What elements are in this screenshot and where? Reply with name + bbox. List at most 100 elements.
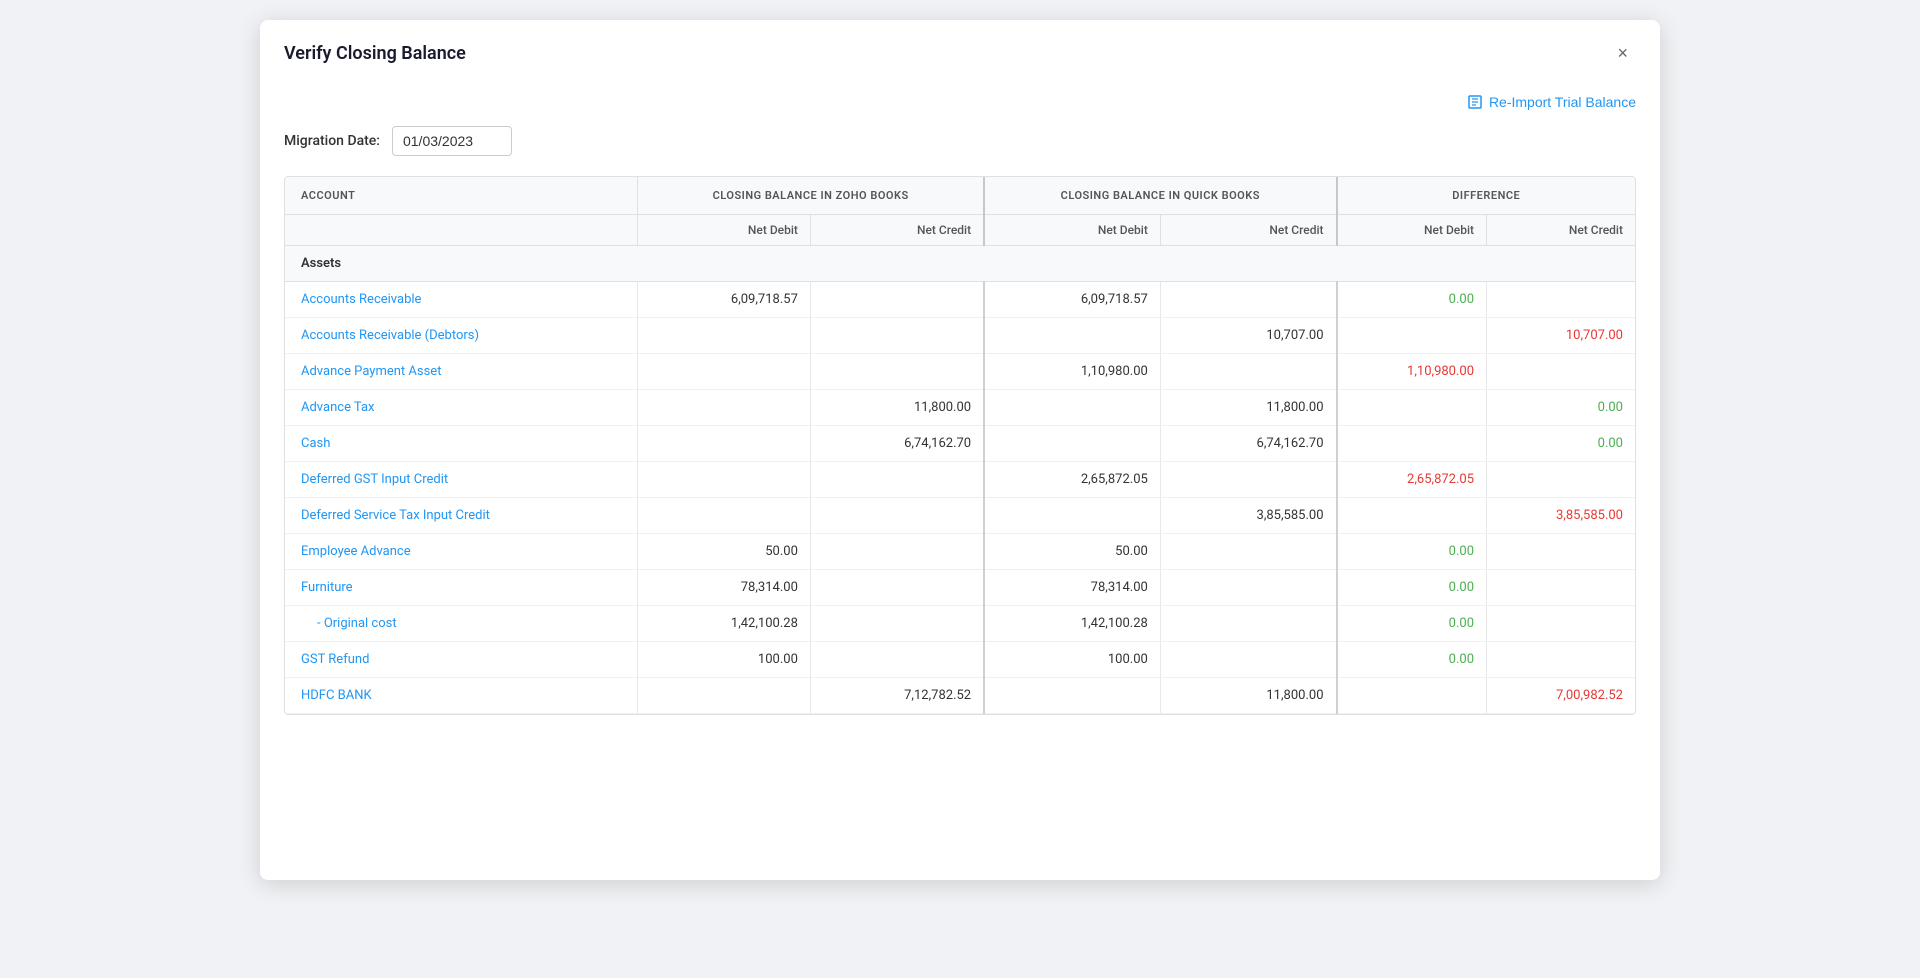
table-row: Advance Tax 11,800.00 11,800.00 0.00 [285, 390, 1635, 426]
account-name-cell[interactable]: Deferred Service Tax Input Credit [285, 498, 638, 534]
zoho-credit-cell [810, 606, 984, 642]
sub-col-diff-credit: Net Credit [1487, 215, 1635, 246]
account-name-cell[interactable]: GST Refund [285, 642, 638, 678]
diff-debit-cell: 0.00 [1337, 606, 1487, 642]
table-row: Deferred Service Tax Input Credit 3,85,58… [285, 498, 1635, 534]
diff-credit-cell [1487, 570, 1635, 606]
zoho-debit-cell: 100.00 [638, 642, 811, 678]
quick-debit-cell [984, 390, 1160, 426]
quick-debit-cell: 50.00 [984, 534, 1160, 570]
diff-credit-cell: 7,00,982.52 [1487, 678, 1635, 714]
table-row: GST Refund100.00100.000.00 [285, 642, 1635, 678]
table-row: - Original cost1,42,100.281,42,100.280.0… [285, 606, 1635, 642]
table-row: Furniture78,314.0078,314.000.00 [285, 570, 1635, 606]
table-row: Accounts Receivable6,09,718.576,09,718.5… [285, 282, 1635, 318]
data-table-wrapper: ACCOUNT CLOSING BALANCE IN ZOHO BOOKS CL… [284, 176, 1636, 715]
zoho-debit-cell: 78,314.00 [638, 570, 811, 606]
diff-debit-cell: 0.00 [1337, 282, 1487, 318]
zoho-debit-cell: 1,42,100.28 [638, 606, 811, 642]
sub-col-zoho-credit: Net Credit [810, 215, 984, 246]
reimport-button[interactable]: Re-Import Trial Balance [1467, 94, 1636, 110]
col-header-zoho: CLOSING BALANCE IN ZOHO BOOKS [638, 177, 984, 215]
sub-col-quick-credit: Net Credit [1160, 215, 1336, 246]
modal-header: Verify Closing Balance × [260, 20, 1660, 82]
account-name-cell[interactable]: Advance Tax [285, 390, 638, 426]
zoho-debit-cell: 50.00 [638, 534, 811, 570]
modal-title: Verify Closing Balance [284, 43, 466, 64]
table-row: Employee Advance50.0050.000.00 [285, 534, 1635, 570]
quick-credit-cell: 11,800.00 [1160, 390, 1336, 426]
migration-date-input[interactable] [392, 126, 512, 156]
diff-debit-cell: 0.00 [1337, 642, 1487, 678]
table-row: Advance Payment Asset 1,10,980.00 1,10,980… [285, 354, 1635, 390]
diff-debit-cell [1337, 426, 1487, 462]
table-row: Deferred GST Input Credit 2,65,872.05 2,65… [285, 462, 1635, 498]
zoho-credit-cell [810, 570, 984, 606]
diff-credit-cell [1487, 354, 1635, 390]
quick-credit-cell [1160, 462, 1336, 498]
diff-credit-cell: 10,707.00 [1487, 318, 1635, 354]
zoho-debit-cell [638, 318, 811, 354]
diff-debit-cell [1337, 678, 1487, 714]
diff-debit-cell [1337, 498, 1487, 534]
close-button[interactable]: × [1609, 40, 1636, 66]
sub-col-quick-debit: Net Debit [984, 215, 1160, 246]
account-name-cell[interactable]: HDFC BANK [285, 678, 638, 714]
diff-credit-cell: 0.00 [1487, 390, 1635, 426]
diff-credit-cell [1487, 282, 1635, 318]
zoho-debit-cell [638, 498, 811, 534]
quick-credit-cell [1160, 570, 1336, 606]
quick-debit-cell: 100.00 [984, 642, 1160, 678]
quick-debit-cell: 1,42,100.28 [984, 606, 1160, 642]
zoho-debit-cell [638, 426, 811, 462]
diff-credit-cell [1487, 462, 1635, 498]
quick-debit-cell [984, 498, 1160, 534]
zoho-credit-cell [810, 354, 984, 390]
migration-date-row: Migration Date: [284, 126, 1636, 156]
quick-credit-cell: 3,85,585.00 [1160, 498, 1336, 534]
zoho-debit-cell [638, 462, 811, 498]
quick-debit-cell: 2,65,872.05 [984, 462, 1160, 498]
section-header-row: Assets [285, 246, 1635, 282]
diff-debit-cell [1337, 390, 1487, 426]
zoho-credit-cell [810, 642, 984, 678]
zoho-debit-cell [638, 354, 811, 390]
diff-debit-cell: 1,10,980.00 [1337, 354, 1487, 390]
quick-credit-cell [1160, 606, 1336, 642]
account-name-cell[interactable]: Accounts Receivable (Debtors) [285, 318, 638, 354]
quick-credit-cell [1160, 642, 1336, 678]
col-header-account: ACCOUNT [285, 177, 638, 215]
account-name-cell[interactable]: Accounts Receivable [285, 282, 638, 318]
zoho-credit-cell: 11,800.00 [810, 390, 984, 426]
reimport-icon [1467, 94, 1483, 110]
quick-debit-cell [984, 426, 1160, 462]
diff-debit-cell [1337, 318, 1487, 354]
table-row: Accounts Receivable (Debtors) 10,707.00 10… [285, 318, 1635, 354]
diff-credit-cell: 3,85,585.00 [1487, 498, 1635, 534]
quick-credit-cell: 6,74,162.70 [1160, 426, 1336, 462]
diff-debit-cell: 0.00 [1337, 534, 1487, 570]
account-name-cell[interactable]: Furniture [285, 570, 638, 606]
quick-credit-cell [1160, 534, 1336, 570]
account-name-cell[interactable]: - Original cost [285, 606, 638, 642]
account-name-cell[interactable]: Deferred GST Input Credit [285, 462, 638, 498]
account-name-cell[interactable]: Advance Payment Asset [285, 354, 638, 390]
sub-col-account [285, 215, 638, 246]
quick-credit-cell: 11,800.00 [1160, 678, 1336, 714]
zoho-credit-cell [810, 462, 984, 498]
diff-debit-cell: 2,65,872.05 [1337, 462, 1487, 498]
account-name-cell[interactable]: Employee Advance [285, 534, 638, 570]
quick-debit-cell: 6,09,718.57 [984, 282, 1160, 318]
zoho-credit-cell: 7,12,782.52 [810, 678, 984, 714]
verify-closing-balance-modal: Verify Closing Balance × Re-Import Trial… [260, 20, 1660, 880]
top-bar: Re-Import Trial Balance [284, 82, 1636, 126]
account-name-cell[interactable]: Cash [285, 426, 638, 462]
quick-credit-cell: 10,707.00 [1160, 318, 1336, 354]
quick-debit-cell: 1,10,980.00 [984, 354, 1160, 390]
sub-col-zoho-debit: Net Debit [638, 215, 811, 246]
zoho-credit-cell [810, 498, 984, 534]
diff-credit-cell: 0.00 [1487, 426, 1635, 462]
closing-balance-table: ACCOUNT CLOSING BALANCE IN ZOHO BOOKS CL… [285, 177, 1635, 714]
zoho-credit-cell [810, 534, 984, 570]
zoho-credit-cell [810, 318, 984, 354]
